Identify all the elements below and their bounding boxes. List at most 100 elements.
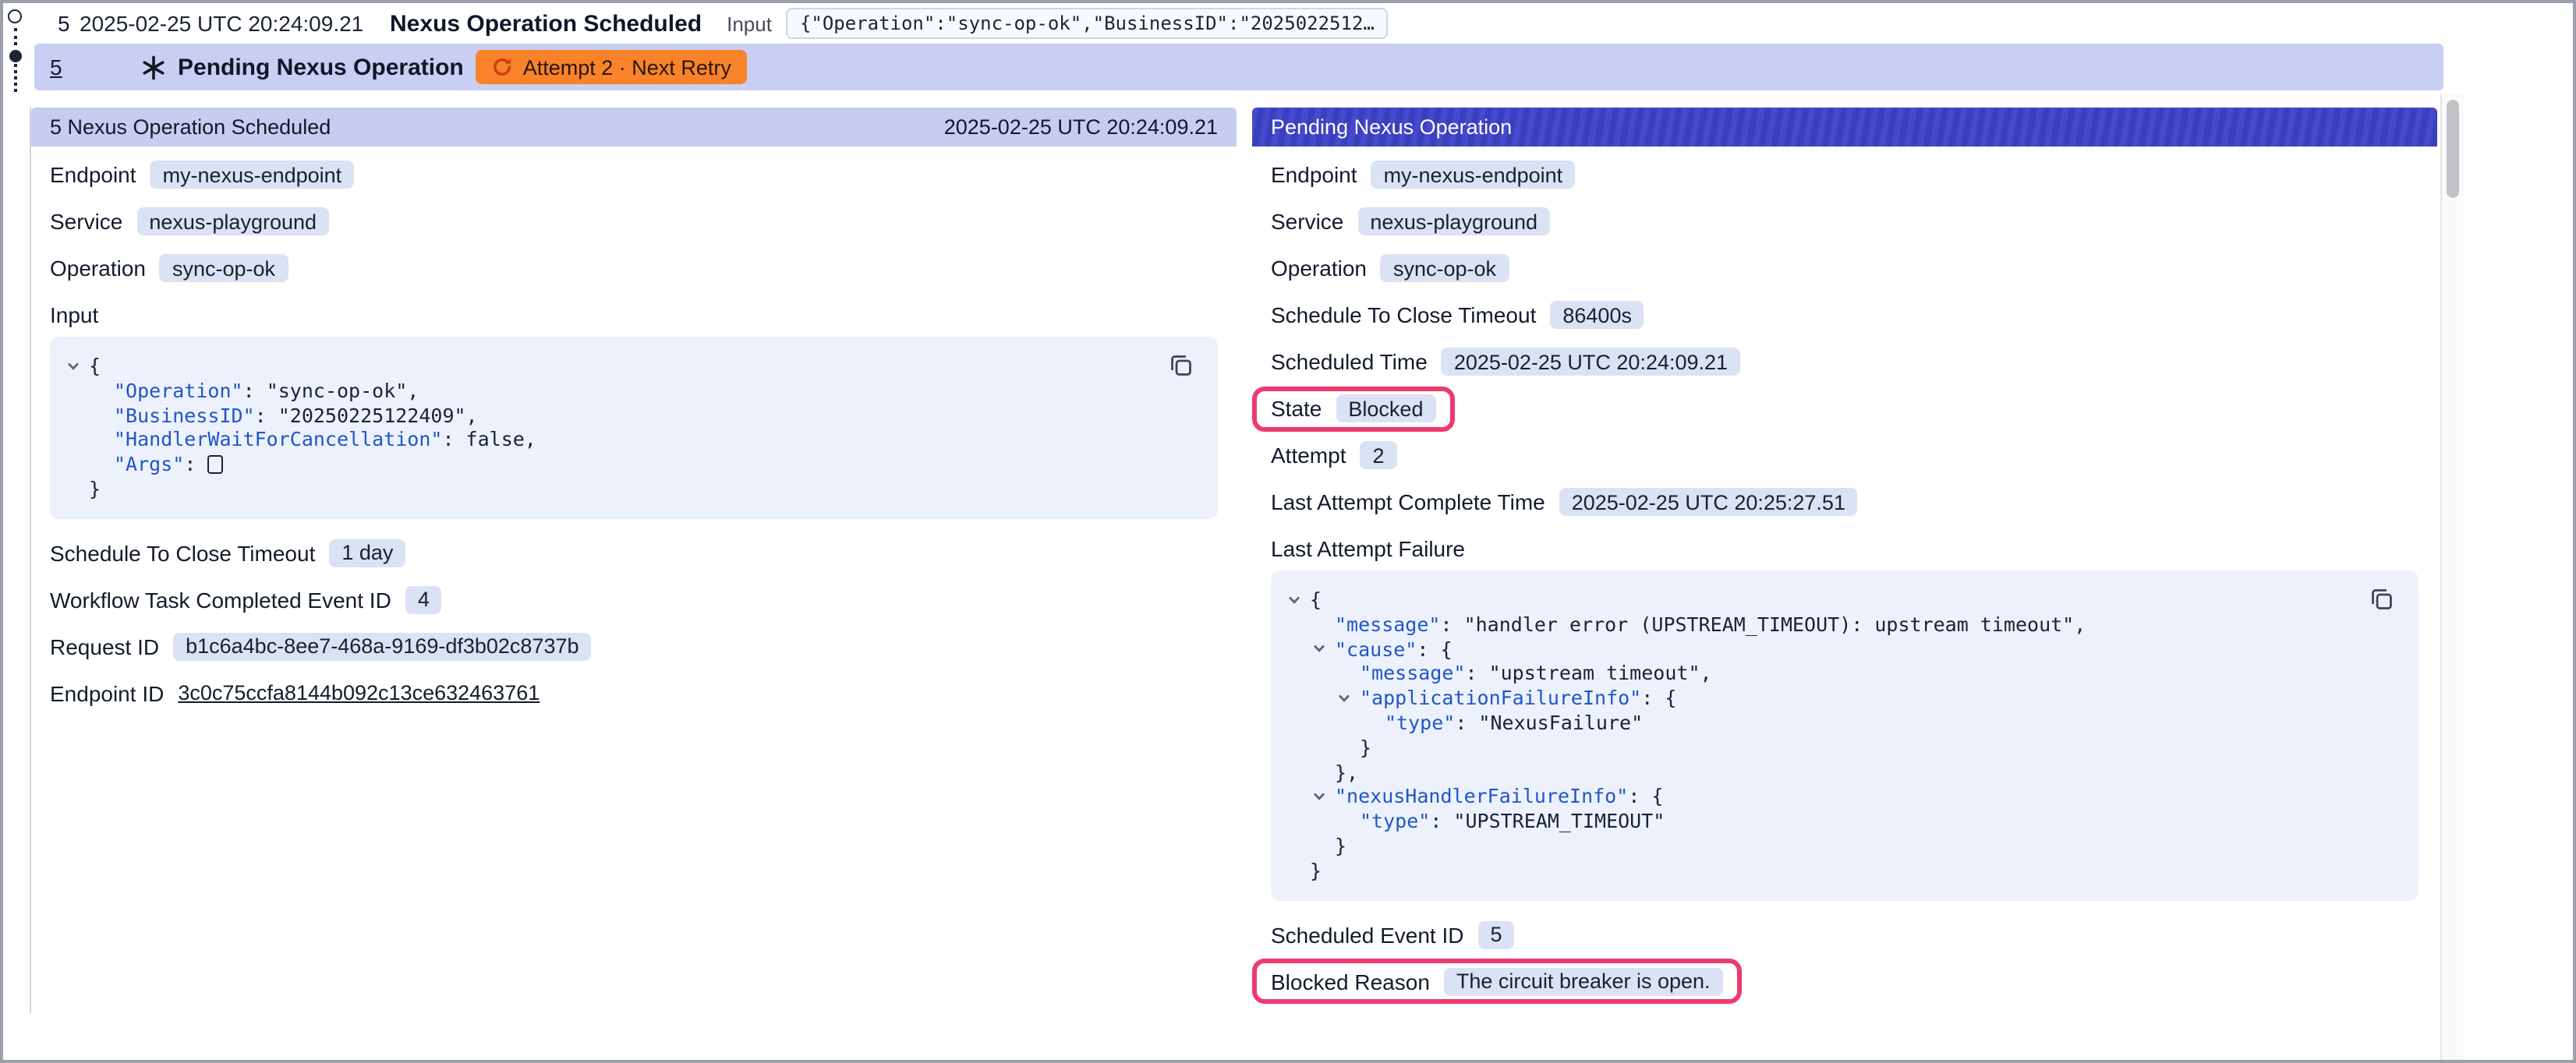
- json-key: "applicationFailureInfo": [1360, 686, 1641, 711]
- empty-array-icon: [207, 455, 223, 474]
- json-key: "HandlerWaitForCancellation": [114, 428, 442, 453]
- field-label: Operation: [1271, 256, 1367, 281]
- field-value-badge: 2: [1361, 441, 1397, 469]
- json-text: : false,: [442, 428, 536, 453]
- panel-title: Pending Nexus Operation: [1271, 115, 1512, 139]
- field-row: Scheduled Event ID5: [1271, 919, 2419, 950]
- field-row: Input: [50, 299, 1218, 330]
- field-label: Last Attempt Complete Time: [1271, 489, 1545, 514]
- field-label: Attempt: [1271, 443, 1346, 468]
- retry-badge-label: Attempt 2 · Next Retry: [523, 55, 731, 79]
- scrollbar-track[interactable]: [2440, 94, 2464, 1063]
- field-label: State: [1271, 396, 1322, 421]
- code-line: "type": "UPSTREAM_TIMEOUT": [1286, 809, 2356, 834]
- collapse-chevron-icon[interactable]: [1286, 592, 1310, 608]
- field-label: Request ID: [50, 634, 159, 659]
- field-label: Schedule To Close Timeout: [50, 541, 315, 566]
- json-text: {: [1310, 588, 1322, 613]
- json-text: {: [89, 354, 101, 379]
- field-row: Endpointmy-nexus-endpoint: [1271, 159, 2419, 190]
- json-key: "Operation": [114, 379, 243, 404]
- panel-title: 5 Nexus Operation Scheduled: [50, 115, 331, 139]
- code-line: },: [1286, 760, 2356, 785]
- json-key: "BusinessID": [114, 403, 255, 428]
- field-label: Scheduled Time: [1271, 349, 1428, 374]
- event-id-link[interactable]: 5: [50, 55, 72, 79]
- event-title: Nexus Operation Scheduled: [390, 10, 702, 37]
- field-label: Endpoint: [50, 162, 136, 187]
- input-label: Input: [727, 12, 772, 35]
- collapse-chevron-icon[interactable]: [1336, 690, 1360, 706]
- field-value-badge: The circuit breaker is open.: [1444, 967, 1723, 995]
- code-line: {: [1286, 588, 2356, 613]
- field-row: Request ID b1c6a4bc-8ee7-468a-9169-df3b02…: [50, 631, 1218, 662]
- json-text: },: [1335, 760, 1358, 785]
- field-row: Operationsync-op-ok: [1271, 253, 2419, 284]
- field-value-badge: 2025-02-25 UTC 20:24:09.21: [1442, 348, 1740, 376]
- input-preview-badge: {"Operation":"sync-op-ok","BusinessID":"…: [786, 8, 1388, 39]
- code-line: "cause": {: [1286, 637, 2356, 662]
- collapse-chevron-icon[interactable]: [65, 358, 89, 374]
- field-value-badge: 86400s: [1550, 301, 1644, 329]
- field-label: Schedule To Close Timeout: [1271, 302, 1536, 327]
- field-row: Endpointmy-nexus-endpoint: [50, 159, 1218, 190]
- json-key: "cause": [1335, 637, 1417, 662]
- code-line: "applicationFailureInfo": {: [1286, 686, 2356, 711]
- json-text: : "upstream timeout",: [1465, 662, 1711, 687]
- field-value-badge: 2025-02-25 UTC 20:25:27.51: [1559, 488, 1858, 516]
- scrollbar-thumb[interactable]: [2447, 100, 2459, 198]
- json-text: : "NexusFailure": [1455, 711, 1643, 736]
- scheduled-event-panel: 5 Nexus Operation Scheduled 2025-02-25 U…: [31, 108, 1237, 725]
- field-value-badge: nexus-playground: [136, 207, 329, 235]
- scheduled-panel-body: Endpointmy-nexus-endpoint Servicenexus-pl…: [31, 147, 1237, 709]
- json-key: "type": [1385, 711, 1455, 736]
- collapse-chevron-icon[interactable]: [1311, 641, 1335, 657]
- json-text: :: [184, 452, 207, 477]
- field-row: Servicenexus-playground: [1271, 206, 2419, 237]
- copy-icon[interactable]: [1168, 352, 1199, 383]
- json-key: "Args": [114, 452, 184, 477]
- field-row: Servicenexus-playground: [50, 206, 1218, 237]
- json-text: : {: [1628, 785, 1663, 810]
- code-line: "Operation": "sync-op-ok",: [65, 379, 1155, 404]
- json-text: }: [1335, 834, 1346, 859]
- event-row-nexus-operation-scheduled[interactable]: 5 2025-02-25 UTC 20:24:09.21 Nexus Opera…: [34, 3, 2443, 44]
- event-row-pending-nexus-operation[interactable]: 5 Pending Nexus Operation: [34, 44, 2443, 90]
- retry-attempt-badge: Attempt 2 · Next Retry: [476, 50, 747, 84]
- code-line: }: [65, 477, 1155, 502]
- field-label: Input: [50, 302, 98, 327]
- json-text: : {: [1641, 686, 1676, 711]
- field-value-badge: 5: [1478, 920, 1515, 948]
- json-text: }: [89, 477, 101, 502]
- field-value-badge: 4: [405, 586, 442, 614]
- code-line: }: [1286, 834, 2356, 859]
- nexus-asterisk-icon: [140, 54, 167, 80]
- json-code-block: {"message": "handler error (UPSTREAM_TIM…: [1271, 570, 2419, 900]
- field-value-badge: sync-op-ok: [160, 254, 288, 282]
- field-value-link[interactable]: 3c0c75ccfa8144b092c13ce632463761: [178, 682, 540, 705]
- event-id[interactable]: 5: [58, 11, 80, 36]
- annotation-highlight: StateBlocked: [1252, 386, 1454, 431]
- field-value-badge: my-nexus-endpoint: [1371, 161, 1576, 189]
- field-label: Last Attempt Failure: [1271, 536, 1465, 561]
- field-row: Last Attempt Complete Time 2025-02-25 UTC…: [1271, 486, 2419, 517]
- temporal-event-details-screen: 5 2025-02-25 UTC 20:24:09.21 Nexus Opera…: [0, 0, 2576, 1063]
- code-line: }: [1286, 736, 2356, 761]
- field-row: Last Attempt Failure: [1271, 533, 2419, 564]
- json-text: }: [1360, 736, 1371, 761]
- json-key: "message": [1360, 662, 1465, 687]
- timeline-node-filled-icon: [9, 50, 21, 62]
- field-label: Workflow Task Completed Event ID: [50, 588, 391, 613]
- json-key: "message": [1335, 613, 1440, 637]
- code-line: }: [1286, 859, 2356, 884]
- field-row: Blocked ReasonThe circuit breaker is ope…: [1271, 966, 2419, 997]
- collapse-chevron-icon[interactable]: [1311, 789, 1335, 805]
- field-value-badge: b1c6a4bc-8ee7-468a-9169-df3b02c8737b: [173, 633, 591, 661]
- json-text: }: [1310, 859, 1322, 884]
- copy-icon[interactable]: [2369, 586, 2400, 617]
- code-line: "type": "NexusFailure": [1286, 711, 2356, 736]
- field-row: Workflow Task Completed Event ID 4: [50, 584, 1218, 616]
- event-detail-panels: 5 Nexus Operation Scheduled 2025-02-25 U…: [30, 108, 2437, 1012]
- pending-panel-header: Pending Nexus Operation: [1252, 108, 2437, 147]
- pending-panel-body: Endpointmy-nexus-endpoint Servicenexus-pl…: [1252, 147, 2437, 997]
